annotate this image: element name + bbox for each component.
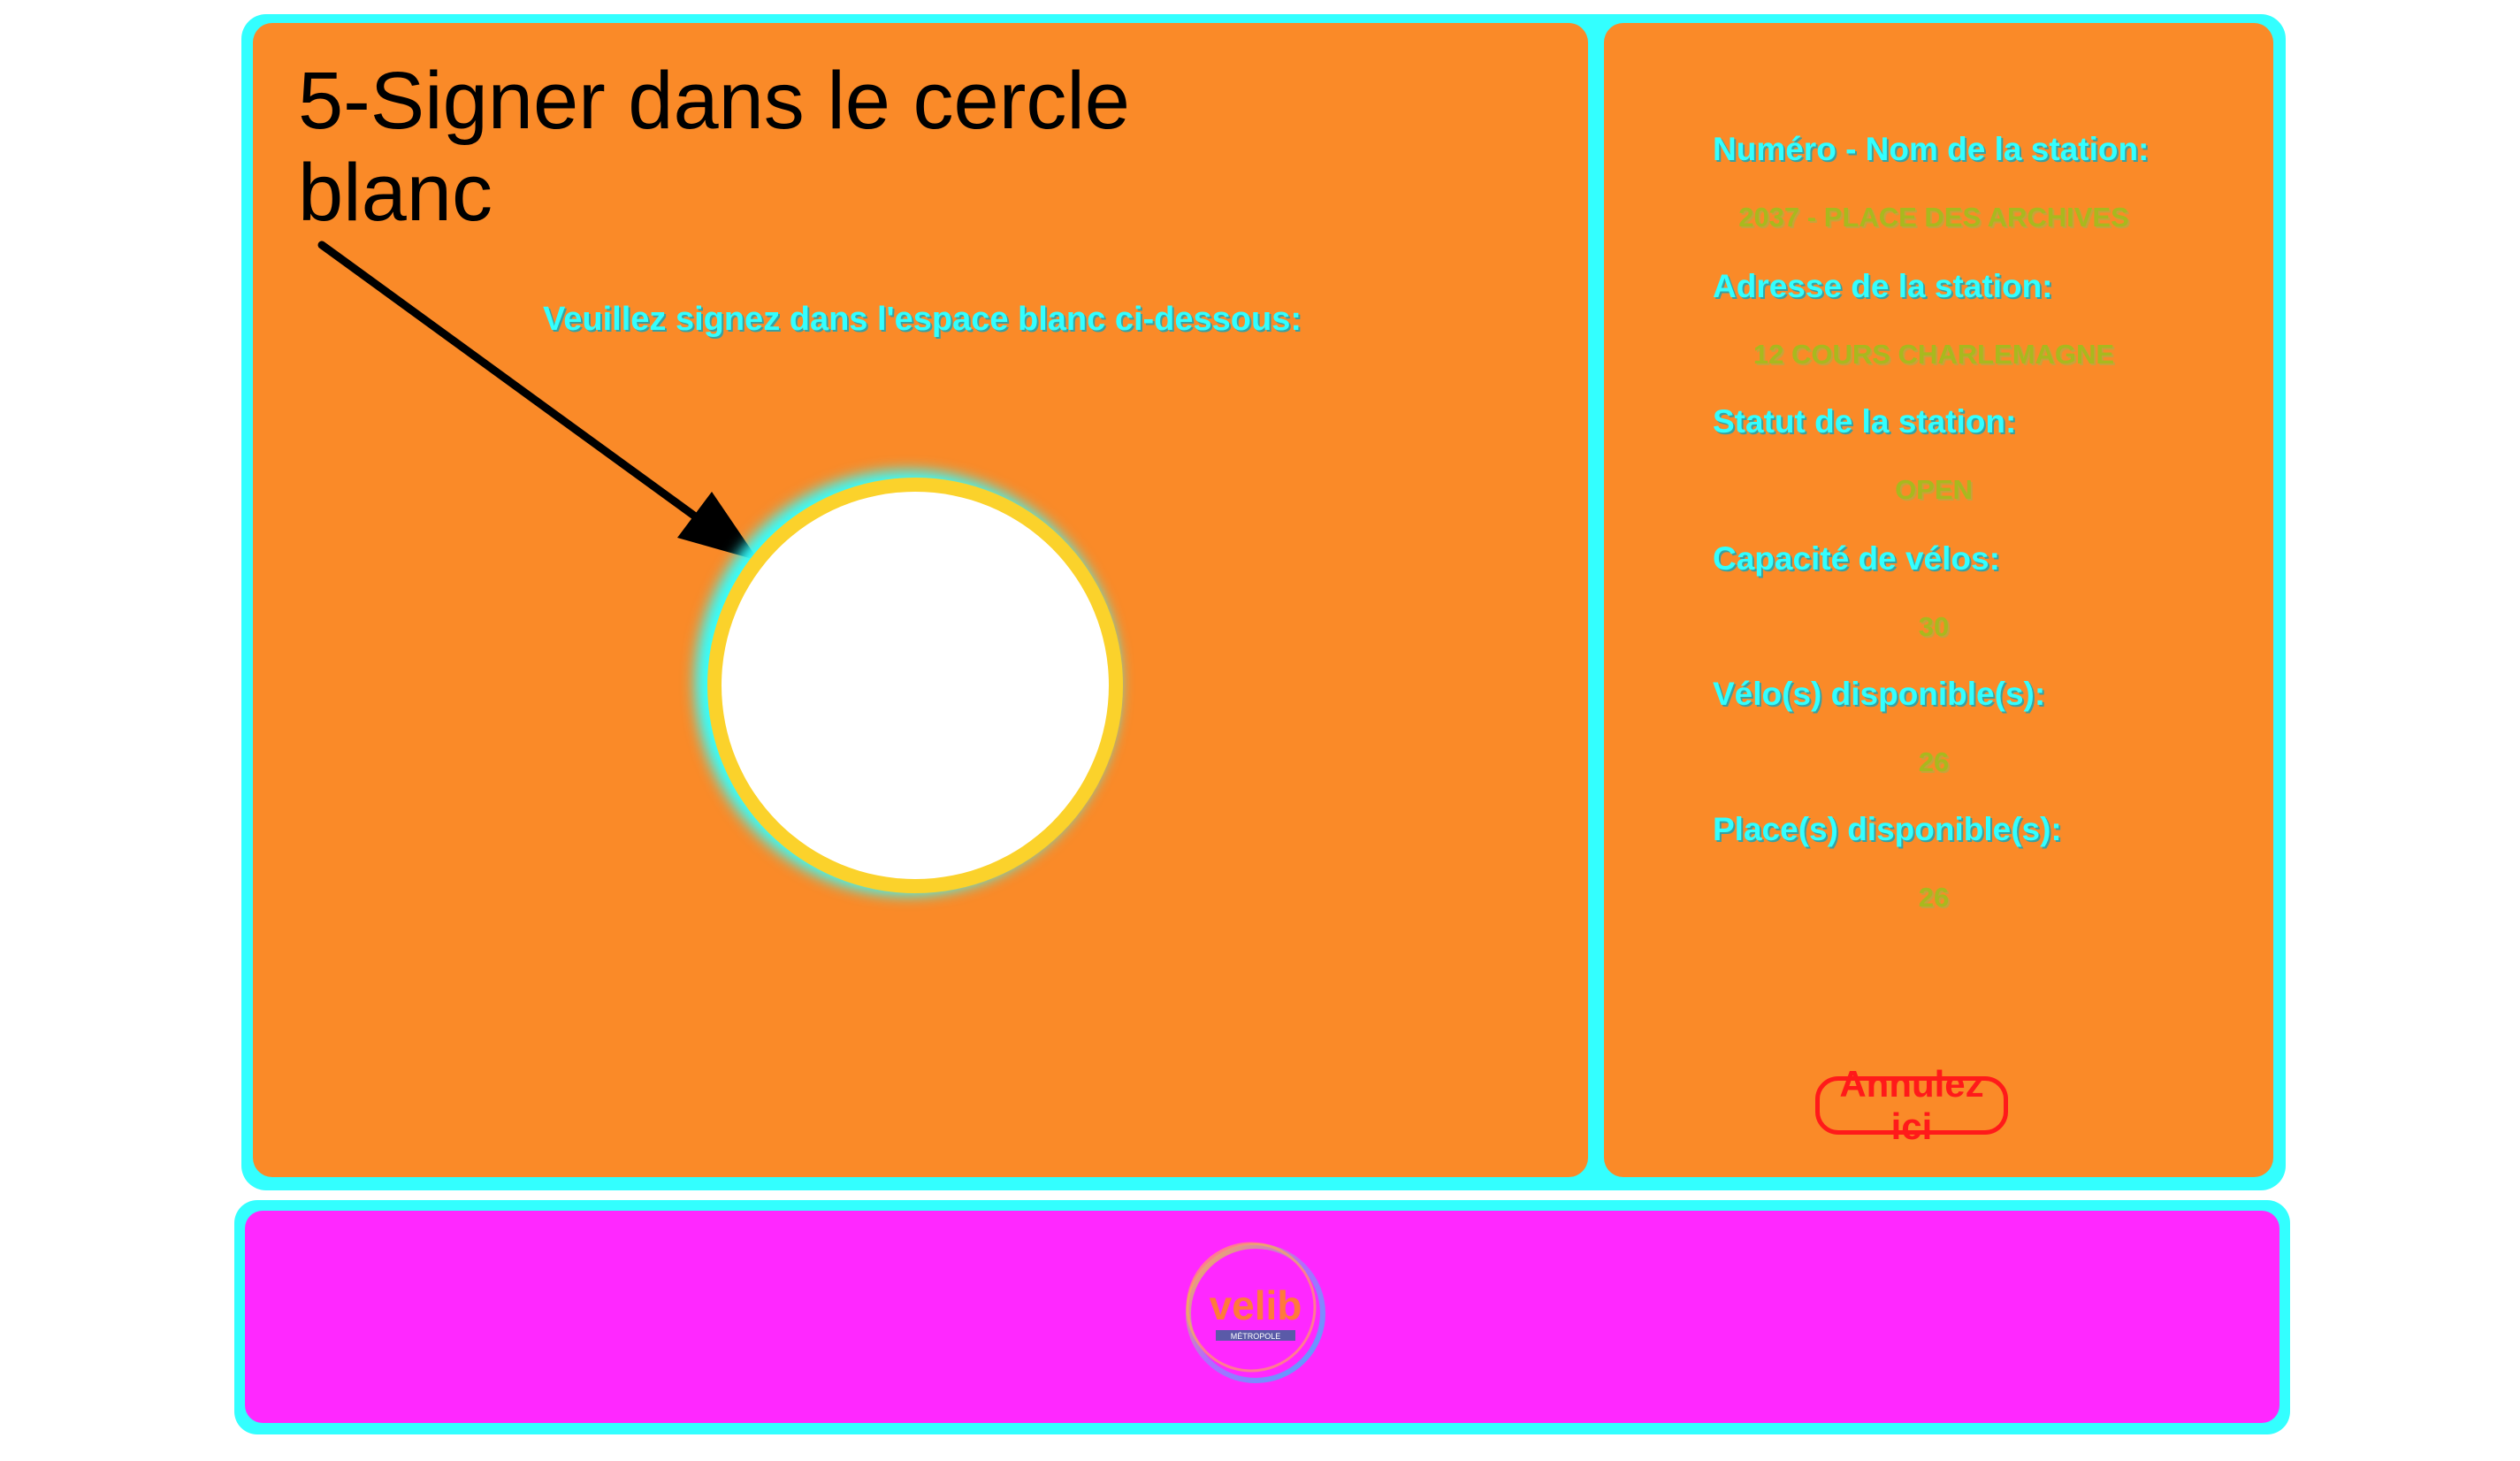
station-status-value: OPEN xyxy=(1895,474,1973,505)
station-name-value: 2037 - PLACE DES ARCHIVES xyxy=(1738,202,2129,233)
station-address-value: 12 COURS CHARLEMAGNE xyxy=(1753,339,2115,370)
station-status-label: Statut de la station: xyxy=(1713,403,2017,440)
cancel-button[interactable]: Annulez ici xyxy=(1815,1063,2008,1147)
station-info-panel xyxy=(1604,23,2273,1177)
station-address-label: Adresse de la station: xyxy=(1713,268,2053,304)
bikes-available-label: Vélo(s) disponible(s): xyxy=(1713,676,2046,712)
signature-canvas[interactable] xyxy=(722,492,1109,879)
docks-available-value: 26 xyxy=(1918,882,1950,913)
logo-text: velib xyxy=(1210,1282,1302,1328)
docks-available-label: Place(s) disponible(s): xyxy=(1713,811,2062,847)
signature-area xyxy=(695,470,1123,895)
annotation-title: 5-Signer dans le cercle blanc xyxy=(298,56,1130,238)
bike-capacity-label: Capacité de vélos: xyxy=(1713,540,2000,577)
page: 5-Signer dans le cercle blanc Veuillez s… xyxy=(0,0,2520,1461)
signature-prompt: Veuillez signez dans l'espace blanc ci-d… xyxy=(542,301,1302,338)
station-name-label: Numéro - Nom de la station: xyxy=(1713,131,2150,167)
logo-subtext: MÉTROPOLE xyxy=(1231,1332,1281,1341)
velib-logo-icon: velib MÉTROPOLE xyxy=(1186,1242,1325,1383)
bikes-available-value: 26 xyxy=(1918,746,1950,777)
bike-capacity-value: 30 xyxy=(1918,611,1950,642)
